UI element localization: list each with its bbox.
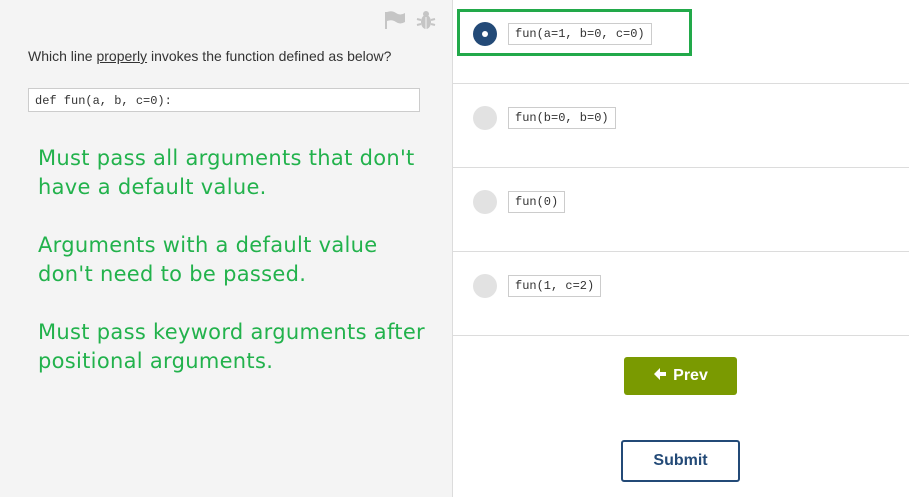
prev-button[interactable]: Prev (624, 357, 737, 395)
answer-panel: fun(a=1, b=0, c=0) fun(b=0, b=0) fun(0) … (453, 0, 909, 497)
selected-answer-highlight (457, 9, 692, 56)
question-toolbar (383, 10, 437, 30)
option-code: fun(0) (508, 191, 566, 213)
answer-option-3[interactable]: fun(0) (453, 168, 909, 252)
question-panel: Which line properly invokes the function… (0, 0, 453, 497)
prev-button-label: Prev (673, 367, 708, 384)
question-text: Which line properly invokes the function… (28, 48, 392, 64)
note-1: Must pass all arguments that don't have … (38, 146, 415, 199)
arrow-left-icon (653, 367, 667, 386)
flag-icon[interactable] (383, 10, 407, 30)
radio-button[interactable] (473, 106, 497, 130)
function-definition-code: def fun(a, b, c=0): (28, 88, 420, 112)
submit-button[interactable]: Submit (621, 440, 740, 482)
annotation-notes: Must pass all arguments that don't have … (38, 144, 438, 405)
option-code: fun(b=0, b=0) (508, 107, 616, 129)
answer-option-2[interactable]: fun(b=0, b=0) (453, 84, 909, 168)
note-2: Arguments with a default value don't nee… (38, 233, 378, 286)
radio-button[interactable] (473, 274, 497, 298)
answer-option-4[interactable]: fun(1, c=2) (453, 252, 909, 336)
question-emphasis: properly (96, 48, 148, 64)
bug-icon[interactable] (415, 10, 437, 30)
note-3: Must pass keyword arguments after positi… (38, 320, 425, 373)
radio-button[interactable] (473, 190, 497, 214)
option-code: fun(1, c=2) (508, 275, 602, 297)
